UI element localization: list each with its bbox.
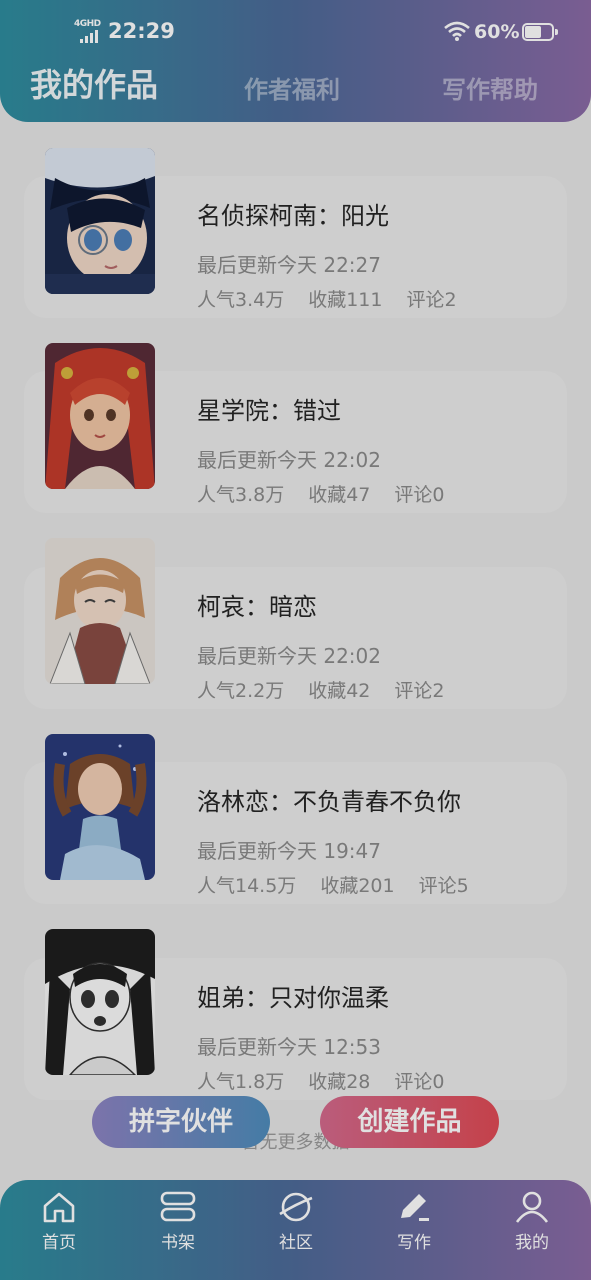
status-time: 22:29 bbox=[108, 19, 175, 43]
nav-item-home[interactable]: 首页 bbox=[14, 1190, 104, 1253]
work-popularity: 人气3.8万 bbox=[197, 484, 285, 506]
work-favorites: 收藏28 bbox=[308, 1071, 371, 1093]
work-comments: 评论0 bbox=[394, 1071, 445, 1093]
work-stats: 人气14.5万 收藏201 评论5 bbox=[197, 871, 493, 898]
work-favorites: 收藏42 bbox=[308, 680, 371, 702]
home-icon bbox=[43, 1192, 75, 1223]
pen-icon bbox=[401, 1194, 429, 1221]
work-cover-image[interactable] bbox=[45, 929, 155, 1075]
bookshelf-icon bbox=[160, 1191, 196, 1222]
work-updated-time: 最后更新今天 12:53 bbox=[197, 1035, 381, 1059]
work-updated-time: 最后更新今天 19:47 bbox=[197, 839, 381, 863]
work-updated-time: 最后更新今天 22:02 bbox=[197, 448, 381, 472]
work-title[interactable]: 柯哀：暗恋 bbox=[197, 587, 317, 622]
writing-partner-button[interactable]: 拼字伙伴 bbox=[92, 1096, 270, 1148]
work-comments: 评论2 bbox=[406, 289, 457, 311]
nav-item-mine[interactable]: 我的 bbox=[487, 1190, 577, 1253]
work-popularity: 人气3.4万 bbox=[197, 289, 285, 311]
nav-label: 社区 bbox=[279, 1233, 313, 1253]
work-popularity: 人气2.2万 bbox=[197, 680, 285, 702]
tab-writing-help[interactable]: 写作帮助 bbox=[442, 70, 538, 105]
nav-label: 书架 bbox=[161, 1233, 195, 1253]
create-work-button[interactable]: 创建作品 bbox=[320, 1096, 499, 1148]
nav-label: 首页 bbox=[42, 1233, 76, 1253]
network-type: 4GHD bbox=[74, 19, 101, 29]
battery-percent: 60% bbox=[474, 21, 520, 43]
work-popularity: 人气14.5万 bbox=[197, 875, 297, 897]
work-title[interactable]: 洛林恋：不负青春不负你 bbox=[197, 782, 461, 817]
work-favorites: 收藏111 bbox=[308, 289, 383, 311]
work-updated-time: 最后更新今天 22:27 bbox=[197, 253, 381, 277]
bottom-navigation: 首页 书架 社区 写作 我的 bbox=[0, 1180, 591, 1280]
planet-icon bbox=[279, 1192, 313, 1222]
work-favorites: 收藏201 bbox=[320, 875, 395, 897]
app-header: 4GHD 22:29 60% 我的作品 作者福利 写作帮助 bbox=[0, 0, 591, 122]
no-more-data-text: 暂无更多数据 bbox=[241, 1132, 350, 1153]
work-stats: 人气3.8万 收藏47 评论0 bbox=[197, 480, 469, 507]
nav-item-write[interactable]: 写作 bbox=[369, 1190, 459, 1253]
work-comments: 评论0 bbox=[394, 484, 445, 506]
work-comments: 评论2 bbox=[394, 680, 445, 702]
wifi-icon bbox=[444, 21, 470, 41]
work-title[interactable]: 名侦探柯南：阳光 bbox=[197, 196, 389, 231]
nav-label: 我的 bbox=[515, 1233, 549, 1253]
work-favorites: 收藏47 bbox=[308, 484, 371, 506]
nav-item-community[interactable]: 社区 bbox=[251, 1190, 341, 1253]
work-cover-image[interactable] bbox=[45, 538, 155, 684]
work-cover-image[interactable] bbox=[45, 734, 155, 880]
work-stats: 人气1.8万 收藏28 评论0 bbox=[197, 1067, 469, 1094]
nav-item-bookshelf[interactable]: 书架 bbox=[133, 1190, 223, 1253]
status-bar: 4GHD 22:29 60% bbox=[0, 0, 591, 60]
tab-my-works[interactable]: 我的作品 bbox=[30, 60, 158, 106]
work-stats: 人气2.2万 收藏42 评论2 bbox=[197, 676, 469, 703]
work-cover-image[interactable] bbox=[45, 148, 155, 294]
work-popularity: 人气1.8万 bbox=[197, 1071, 285, 1093]
work-updated-time: 最后更新今天 22:02 bbox=[197, 644, 381, 668]
nav-label: 写作 bbox=[397, 1233, 431, 1253]
work-stats: 人气3.4万 收藏111 评论2 bbox=[197, 285, 481, 312]
battery-icon bbox=[522, 23, 558, 41]
tab-author-benefits[interactable]: 作者福利 bbox=[244, 70, 340, 105]
work-cover-image[interactable] bbox=[45, 343, 155, 489]
work-title[interactable]: 星学院：错过 bbox=[197, 391, 341, 426]
work-comments: 评论5 bbox=[418, 875, 469, 897]
work-title[interactable]: 姐弟：只对你温柔 bbox=[197, 978, 389, 1013]
cellular-signal-icon: 4GHD bbox=[74, 19, 104, 43]
user-icon bbox=[515, 1191, 549, 1223]
